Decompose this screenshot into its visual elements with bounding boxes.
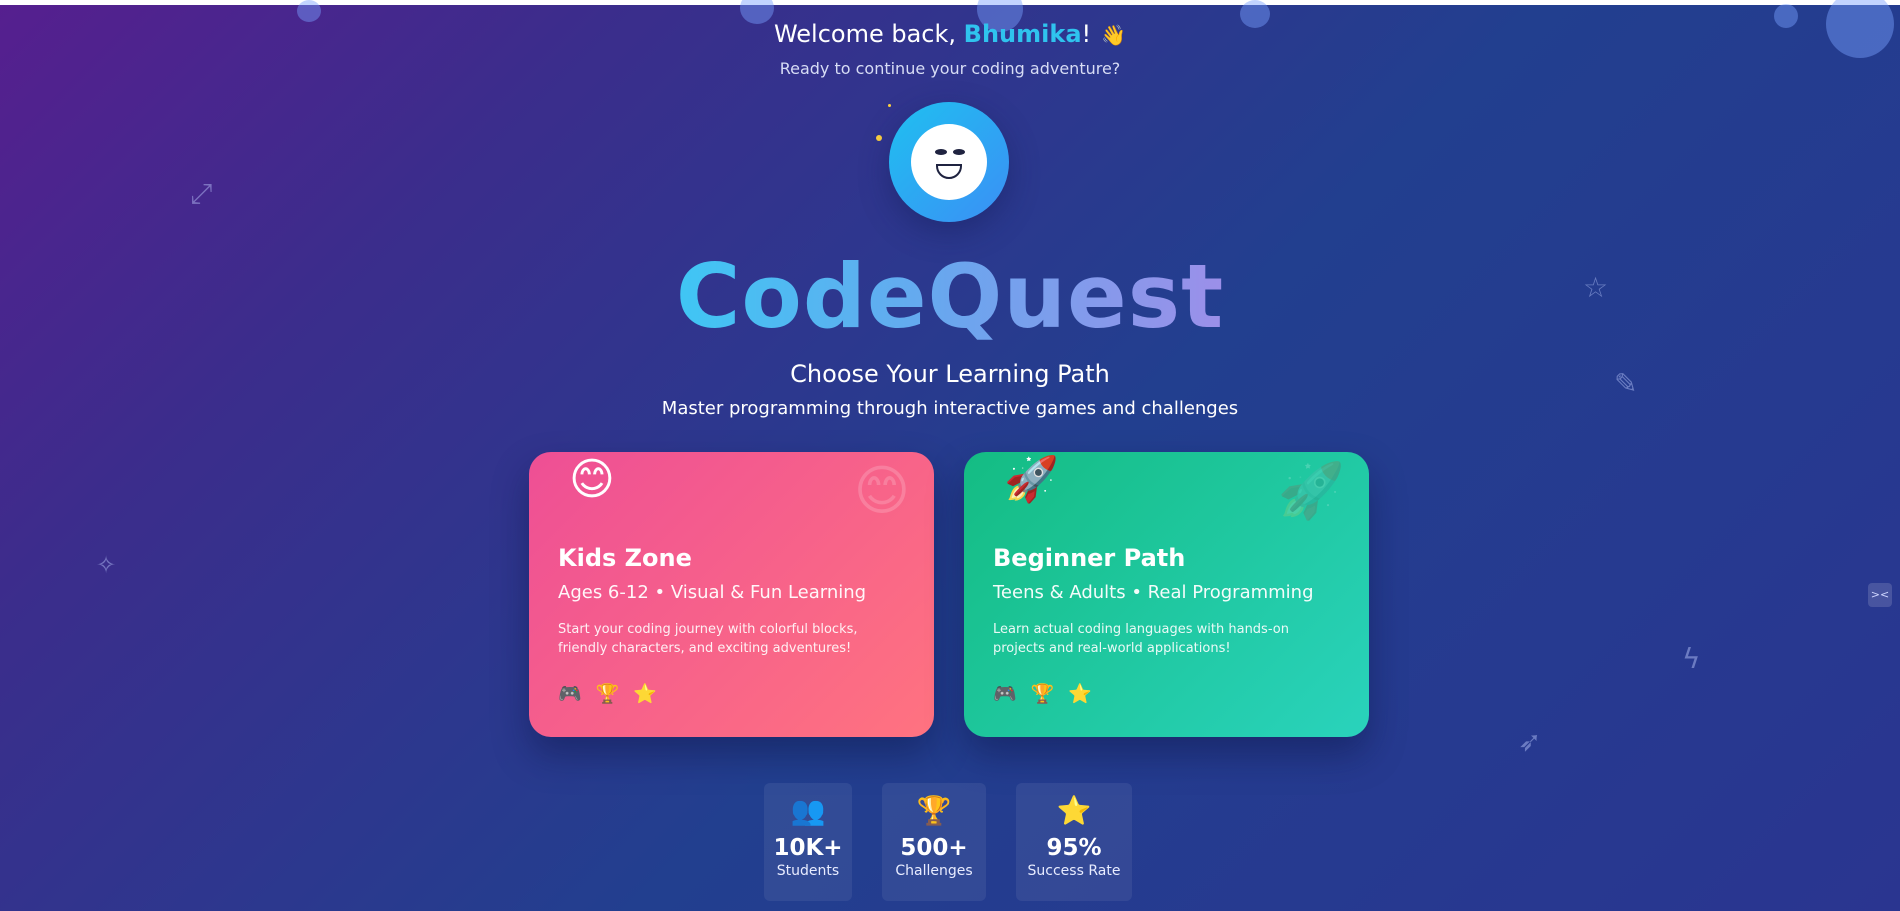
welcome-suffix: ! [1081,20,1092,48]
trophy-icon: 🏆 [595,683,620,705]
user-name: Bhumika [963,20,1082,48]
trophy-icon: 🏆 [1030,683,1055,705]
rocket-watermark-icon: 🚀 [1277,459,1345,522]
stat-label: Success Rate [1027,863,1121,879]
users-icon: 👥 [790,794,826,827]
lightning-icon: ϟ [1682,642,1701,675]
top-border [0,0,1900,5]
sparkle-dot [876,135,882,141]
mascot-right-eye [953,149,965,155]
card-title: Kids Zone [558,544,692,572]
star-icon: ⭐ [1056,794,1092,827]
wave-icon: 👋 [1101,23,1127,47]
stat-label: Challenges [895,863,973,879]
star-icon: ⭐ [1068,683,1093,705]
welcome-subtitle: Ready to continue your coding adventure? [779,59,1121,78]
learning-path-subheading: Master programming through interactive g… [661,398,1239,419]
learning-path-heading: Choose Your Learning Path [790,360,1110,388]
stat-success-rate: ⭐ 95% Success Rate [1016,783,1132,901]
sparkle-dot [888,104,891,107]
welcome-message: Welcome back, Bhumika! 👋 [0,20,1900,48]
card-tagline: Ages 6-12 • Visual & Fun Learning [558,582,867,603]
brand-title: CodeQuest [0,245,1900,348]
stat-challenges: 🏆 500+ Challenges [882,783,986,901]
stat-label: Students [776,863,840,879]
collapse-icon: >< [1870,588,1890,601]
mascot-mouth [936,164,962,179]
stat-value: 10K+ [773,835,843,861]
welcome-prefix: Welcome back, [773,20,964,48]
smiley-watermark-icon: 😊 [853,459,910,522]
mascot-left-eye [935,149,947,155]
trophy-icon: 🏆 [916,794,952,827]
side-toggle-button[interactable]: >< [1868,583,1892,607]
mascot-face-icon [911,124,987,200]
sparkle-icon: ✧ [96,551,117,579]
kids-zone-card[interactable]: 😊 😊 Kids Zone Ages 6-12 • Visual & Fun L… [529,452,934,737]
card-tagline: Teens & Adults • Real Programming [993,582,1314,603]
card-feature-icons: 🎮 🏆 ⭐ [993,682,1106,705]
gamepad-icon: 🎮 [558,683,582,705]
rocket-icon: 🚀 [1004,454,1059,505]
beginner-path-card[interactable]: 🚀 🚀 Beginner Path Teens & Adults • Real … [964,452,1369,737]
stat-value: 95% [1046,835,1102,861]
card-feature-icons: 🎮 🏆 ⭐ [558,682,671,705]
stat-value: 500+ [900,835,968,861]
mascot-avatar [889,102,1009,222]
gamepad-icon: 🎮 [993,683,1017,705]
stat-students: 👥 10K+ Students [764,783,852,901]
expand-icon: ⤢ [190,177,213,210]
smiley-icon: 😊 [569,454,615,505]
card-description: Learn actual coding languages with hands… [993,622,1289,656]
brand-name: CodeQuest [675,245,1225,348]
rocket-outline-icon: ➶ [1518,725,1542,758]
star-icon: ⭐ [633,683,658,705]
decor-bubble [297,0,321,22]
card-title: Beginner Path [993,544,1186,572]
card-description: Start your coding journey with colorful … [558,622,858,656]
